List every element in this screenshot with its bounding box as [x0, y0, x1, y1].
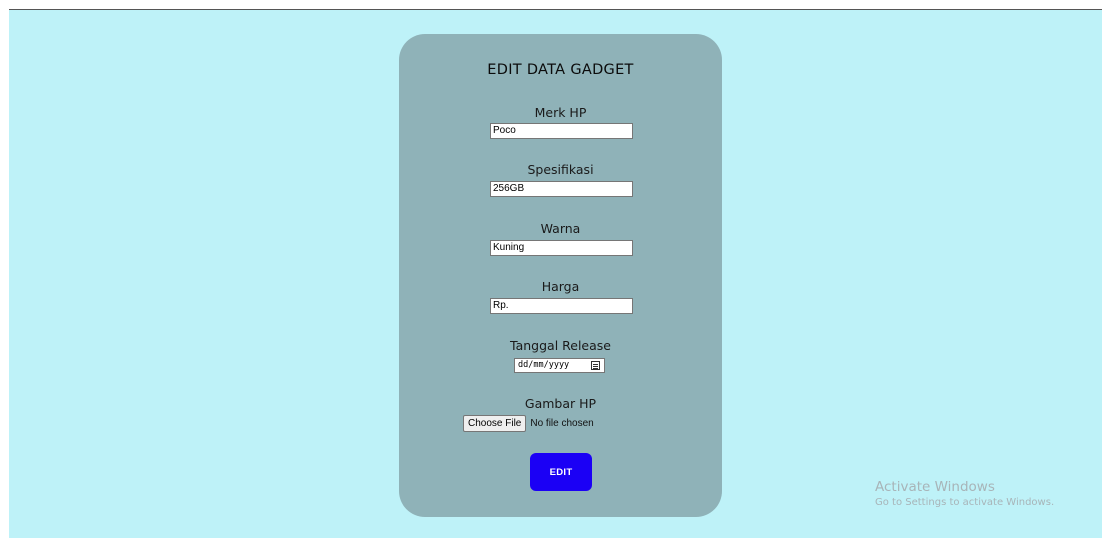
activate-windows-watermark: Activate Windows Go to Settings to activ… — [875, 479, 1054, 508]
spesifikasi-input[interactable] — [490, 181, 633, 197]
warna-input[interactable] — [490, 240, 633, 256]
page-background: EDIT DATA GADGET Merk HP Spesifikasi War… — [9, 9, 1102, 538]
harga-input[interactable] — [490, 298, 633, 314]
choose-file-button[interactable]: Choose File — [463, 415, 527, 432]
harga-label: Harga — [541, 279, 580, 294]
tanggal-release-label: Tanggal Release — [510, 338, 611, 353]
form-title: EDIT DATA GADGET — [487, 62, 634, 78]
date-placeholder: dd/mm/yyyy — [518, 360, 570, 370]
edit-submit-button[interactable]: EDIT — [530, 453, 592, 491]
edit-gadget-form: EDIT DATA GADGET Merk HP Spesifikasi War… — [399, 34, 722, 517]
gambar-hp-label: Gambar HP — [524, 396, 597, 411]
merk-hp-input[interactable] — [490, 123, 633, 139]
file-status-text: No file chosen — [530, 418, 594, 429]
watermark-title: Activate Windows — [875, 479, 995, 495]
gambar-hp-file-input[interactable]: Choose File No file chosen — [463, 415, 594, 432]
watermark-subtitle: Go to Settings to activate Windows. — [875, 497, 1055, 508]
warna-label: Warna — [540, 221, 581, 236]
merk-hp-label: Merk HP — [534, 105, 587, 120]
tanggal-release-date-input[interactable]: dd/mm/yyyy — [514, 358, 605, 373]
spesifikasi-label: Spesifikasi — [527, 162, 594, 177]
calendar-icon[interactable] — [591, 361, 600, 370]
